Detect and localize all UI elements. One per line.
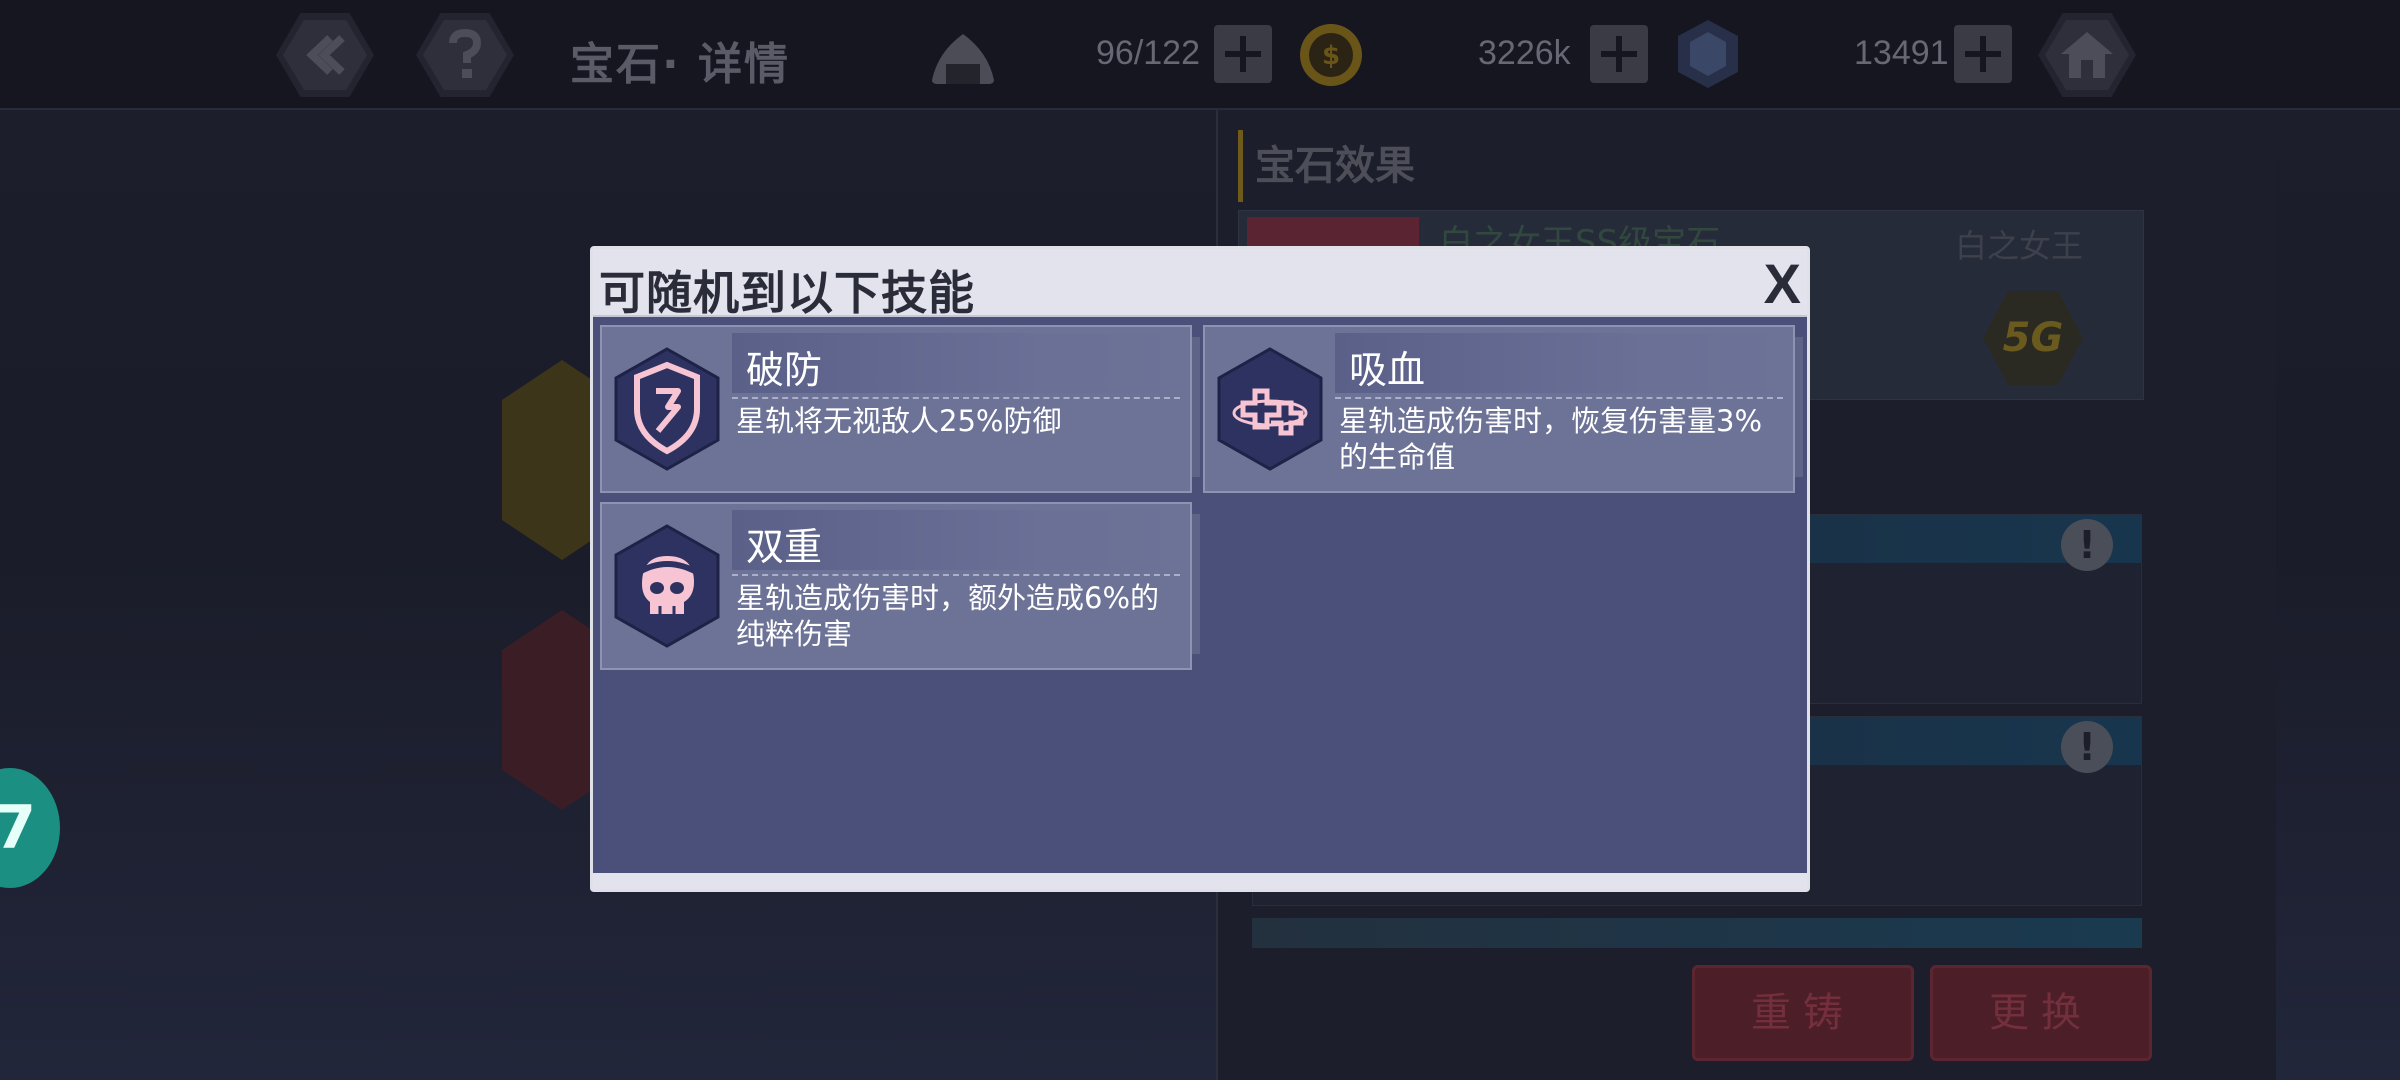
add-gold-button[interactable]	[1590, 25, 1648, 83]
skill-name: 吸血	[1349, 348, 1426, 392]
add-crystal-button[interactable]	[1954, 25, 2012, 83]
home-icon	[2061, 32, 2113, 78]
info-icon[interactable]: !	[2061, 721, 2113, 773]
floating-assist-label: 7	[0, 793, 36, 863]
skull-icon	[614, 524, 720, 648]
crystal-value: 13491	[1854, 34, 1949, 72]
recast-button[interactable]: 重铸	[1692, 965, 1914, 1061]
svg-text:$: $	[1322, 41, 1340, 71]
lifesteal-icon	[1217, 347, 1323, 471]
shield-break-icon	[614, 347, 720, 471]
home-button[interactable]	[2038, 13, 2136, 97]
dialog-header: 可随机到以下技能 X	[593, 249, 1807, 320]
skill-name: 双重	[746, 525, 823, 569]
stamina-value: 96/122	[1096, 34, 1200, 72]
add-stamina-button[interactable]	[1214, 25, 1272, 83]
top-hud-bar: 宝石· 详情 96/122 $ 3226k 13491	[0, 0, 2400, 110]
divider	[732, 397, 1180, 399]
question-icon	[449, 29, 482, 78]
progress-strip	[1252, 918, 2142, 948]
skill-description: 星轨将无视敌人25%防御	[736, 404, 1062, 438]
help-button[interactable]	[416, 13, 514, 97]
skill-card: 破防 星轨将无视敌人25%防御	[600, 325, 1200, 493]
dialog-title: 可随机到以下技能	[599, 266, 975, 320]
rice-ball-icon	[932, 34, 994, 84]
gold-value: 3226k	[1478, 34, 1571, 72]
skill-name: 破防	[746, 348, 823, 392]
replace-button[interactable]: 更换	[1930, 965, 2152, 1061]
divider	[1335, 397, 1783, 399]
gem-effect-heading: 宝石效果	[1238, 130, 1415, 202]
skill-description: 星轨造成伤害时，恢复伤害量3%的生命值	[1339, 404, 1763, 474]
page-title: 宝石· 详情	[570, 39, 791, 90]
gold-coin-icon: $	[1300, 24, 1362, 86]
divider	[732, 574, 1180, 576]
back-button[interactable]	[276, 13, 374, 97]
skill-description: 星轨造成伤害时，额外造成6%的纯粹伤害	[736, 581, 1160, 651]
random-skills-dialog: 可随机到以下技能 X 破防 星轨将无视敌人25%防御 吸血 星轨造成伤害时，恢复…	[590, 246, 1810, 892]
gem-owner: 白之女王	[1954, 227, 2083, 265]
back-arrow-icon	[306, 35, 345, 75]
gem-grade-badge: 5G	[1983, 291, 2083, 385]
info-icon[interactable]: !	[2061, 519, 2113, 571]
skill-card: 双重 星轨造成伤害时，额外造成6%的纯粹伤害	[600, 502, 1200, 670]
skill-card: 吸血 星轨造成伤害时，恢复伤害量3%的生命值	[1203, 325, 1803, 493]
close-button[interactable]: X	[1764, 251, 1801, 316]
floating-assist-button[interactable]: 7	[0, 768, 60, 888]
crystal-icon	[1678, 20, 1738, 88]
dialog-footer	[593, 873, 1807, 889]
